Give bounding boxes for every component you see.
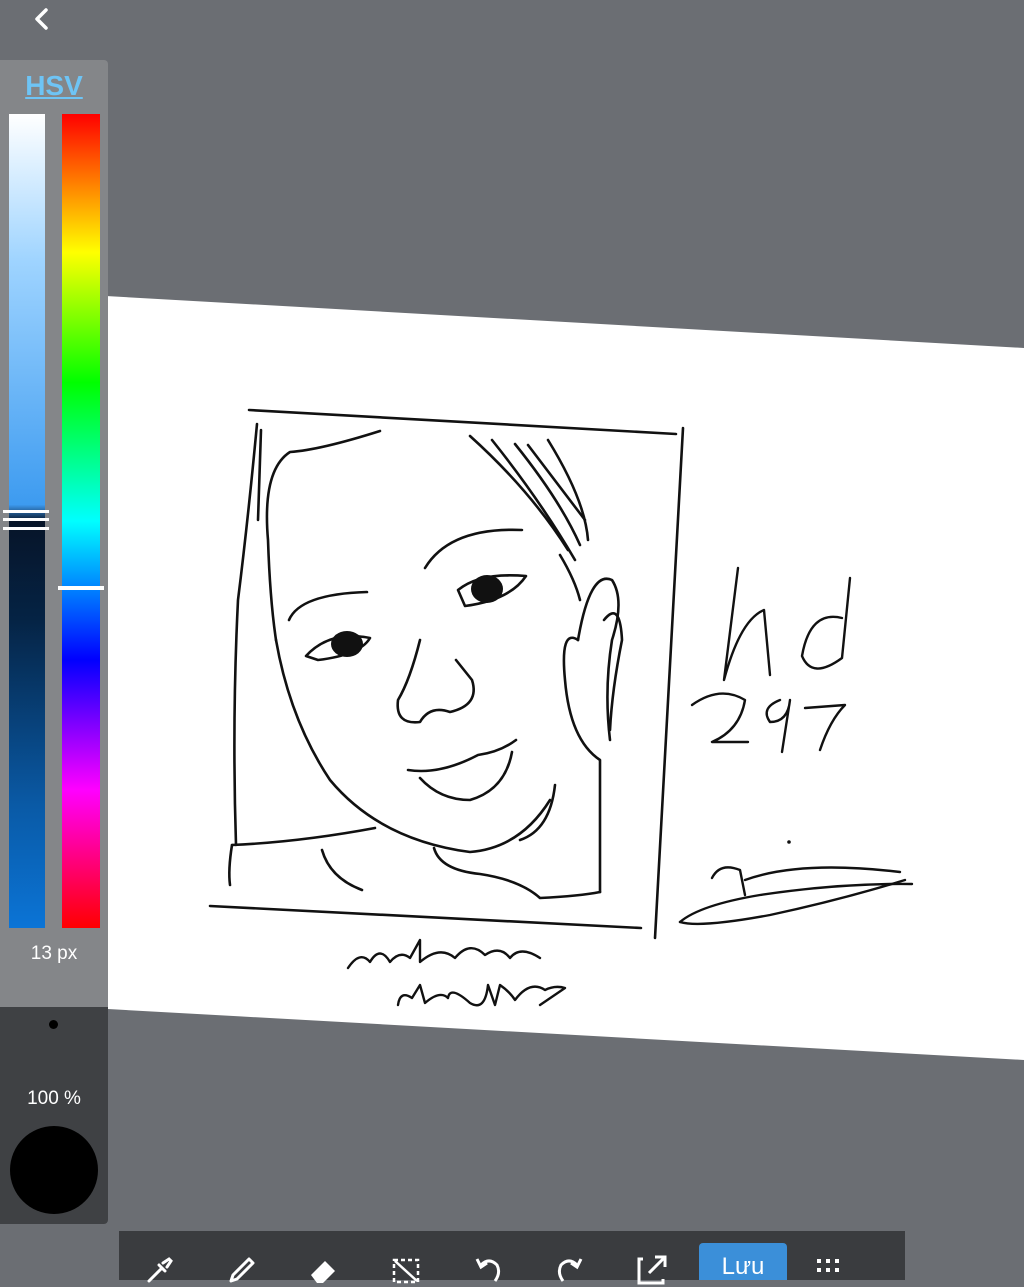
value-slider-handle[interactable] (3, 510, 49, 530)
eraser-tool[interactable] (283, 1231, 365, 1283)
redo-icon (557, 1258, 583, 1282)
drawing-canvas[interactable] (0, 0, 1024, 1280)
eraser-icon (311, 1261, 335, 1283)
expand-button[interactable] (611, 1231, 693, 1285)
menu-button[interactable] (787, 1231, 869, 1280)
paper-sheet (0, 290, 1024, 1060)
selection-tool[interactable] (365, 1231, 447, 1284)
expand-icon (637, 1255, 667, 1285)
pencil-tool[interactable] (201, 1231, 283, 1283)
pencil-icon (229, 1257, 255, 1283)
selection-icon (392, 1258, 420, 1284)
undo-icon (475, 1258, 501, 1282)
current-color-swatch[interactable] (10, 1126, 98, 1214)
ink-dot (787, 840, 791, 844)
eyedropper-tool[interactable] (119, 1231, 201, 1283)
brush-size-preview[interactable] (49, 1020, 58, 1029)
redo-button[interactable] (529, 1231, 611, 1282)
brush-size-label: 13 px (30, 943, 78, 964)
bottom-toolbar: Lưu (119, 1231, 905, 1285)
grid-menu-icon (817, 1259, 839, 1272)
save-button[interactable]: Lưu (699, 1243, 787, 1280)
hsv-mode-tab[interactable]: HSV (0, 70, 108, 102)
undo-button[interactable] (447, 1231, 529, 1282)
eyedropper-icon (147, 1257, 173, 1283)
opacity-label: 100 % (27, 1088, 81, 1109)
hue-slider-handle[interactable] (58, 586, 104, 590)
hue-slider[interactable] (62, 114, 100, 928)
